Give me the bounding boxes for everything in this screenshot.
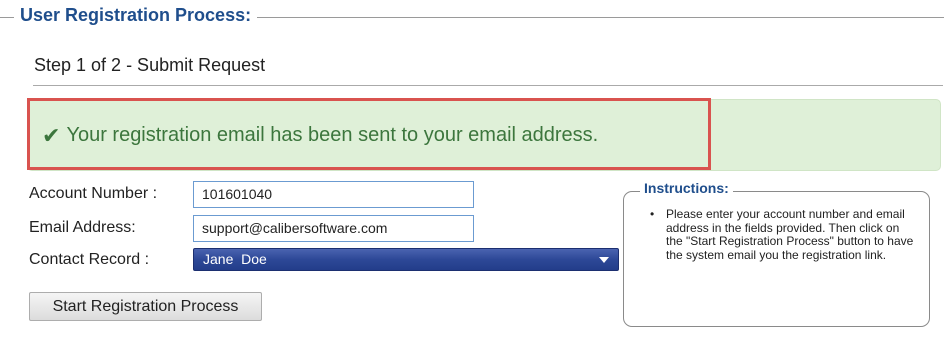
email-label: Email Address: [29, 219, 136, 236]
start-registration-button[interactable]: Start Registration Process [29, 292, 262, 321]
step-title: Step 1 of 2 - Submit Request [34, 55, 266, 75]
email-input[interactable]: support@calibersoftware.com [193, 215, 474, 242]
account-number-input[interactable]: 101601040 [193, 181, 474, 208]
checkmark-icon: ✔ [42, 122, 61, 148]
account-number-label: Account Number : [29, 185, 158, 202]
success-alert-content: ✔ Your registration email has been sent … [42, 124, 598, 147]
chevron-down-icon [599, 257, 609, 263]
contact-record-select[interactable]: Jane Doe [193, 248, 619, 271]
divider [33, 85, 943, 86]
section-legend: User Registration Process: [14, 5, 258, 26]
contact-record-value: Jane Doe [203, 251, 267, 267]
section-legend-tick [4, 17, 14, 18]
contact-record-label: Contact Record : [29, 251, 150, 268]
instructions-list: Please enter your account number and ema… [650, 207, 916, 262]
success-message: Your registration email has been sent to… [66, 124, 599, 146]
instructions-item: Please enter your account number and ema… [650, 207, 916, 262]
instructions-title: Instructions: [640, 180, 733, 196]
